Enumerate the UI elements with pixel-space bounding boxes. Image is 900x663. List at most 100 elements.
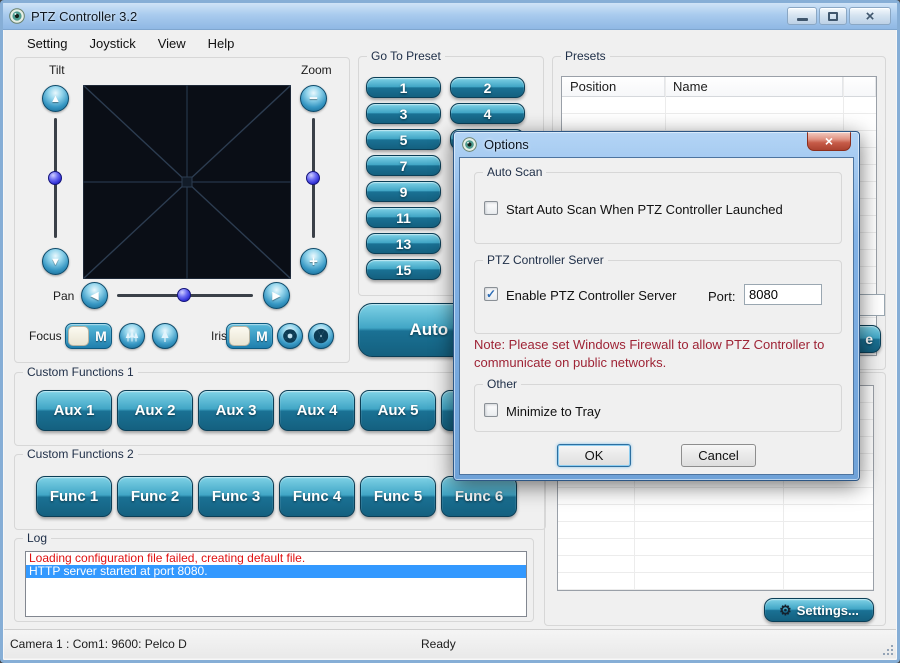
ok-button[interactable]: OK	[557, 444, 631, 467]
left-arrow-icon: ◀	[90, 290, 99, 302]
cancel-button[interactable]: Cancel	[681, 444, 756, 467]
preset-button-5[interactable]: 5	[366, 129, 441, 150]
menu-view[interactable]: View	[147, 32, 197, 55]
other-group-title: Other	[483, 377, 522, 391]
auto-scan-checkbox[interactable]	[484, 201, 498, 215]
manual-label: M	[256, 328, 268, 344]
settings-button[interactable]: ⚙ Settings...	[764, 598, 874, 622]
toggle-knob	[68, 326, 89, 346]
pan-label: Pan	[53, 289, 75, 303]
preset-button-3[interactable]: 3	[366, 103, 441, 124]
preset-button-2[interactable]: 2	[450, 77, 525, 98]
preset-button-9[interactable]: 9	[366, 181, 441, 202]
plus-icon: +	[309, 253, 318, 270]
log-list[interactable]: Loading configuration file failed, creat…	[25, 551, 527, 617]
func-4-button[interactable]: Func 4	[279, 476, 355, 517]
log-panel: Log Loading configuration file failed, c…	[14, 531, 534, 622]
server-group-title: PTZ Controller Server	[483, 253, 608, 267]
func-1-button[interactable]: Func 1	[36, 476, 112, 517]
dialog-titlebar[interactable]: Options	[454, 132, 859, 157]
preset-button-1[interactable]: 1	[366, 77, 441, 98]
joystick-panel: Tilt ▲ ▼ Zoom − + Pan ◀ ▶ Focus M Iris M	[14, 57, 350, 363]
preset-button-13[interactable]: 13	[366, 233, 441, 254]
menubar: Setting Joystick View Help	[4, 30, 896, 56]
gear-icon: ⚙	[779, 601, 792, 618]
pan-left-button[interactable]: ◀	[81, 282, 108, 309]
right-arrow-icon: ▶	[272, 290, 281, 302]
close-button[interactable]: ×	[849, 7, 891, 25]
toggle-knob	[229, 326, 250, 346]
pan-right-button[interactable]: ▶	[263, 282, 290, 309]
menu-joystick[interactable]: Joystick	[78, 32, 146, 55]
presets-title: Presets	[561, 49, 610, 63]
pan-slider-thumb[interactable]	[177, 288, 191, 302]
func-3-button[interactable]: Func 3	[198, 476, 274, 517]
resize-grip[interactable]	[891, 653, 893, 655]
column-name[interactable]: Name	[665, 77, 843, 96]
enable-server-checkbox[interactable]: ✓	[484, 287, 498, 301]
aux-3-button[interactable]: Aux 3	[198, 390, 274, 431]
aux-2-button[interactable]: Aux 2	[117, 390, 193, 431]
status-connection: Camera 1 : Com1: 9600: Pelco D	[10, 637, 187, 651]
settings-button-label: Settings...	[796, 602, 859, 618]
tilt-down-button[interactable]: ▼	[42, 248, 69, 275]
aux-4-button[interactable]: Aux 4	[279, 390, 355, 431]
down-arrow-icon: ▼	[50, 255, 61, 268]
checkmark-icon: ✓	[485, 286, 497, 301]
iris-open-button[interactable]	[277, 323, 303, 349]
tilt-slider-thumb[interactable]	[48, 171, 62, 185]
aperture-close-icon	[313, 328, 329, 344]
aux-1-button[interactable]: Aux 1	[36, 390, 112, 431]
minimize-icon	[796, 18, 808, 21]
dialog-close-button[interactable]: ×	[807, 132, 851, 151]
zoom-out-button[interactable]: −	[300, 85, 327, 112]
auto-scan-checkbox-label: Start Auto Scan When PTZ Controller Laun…	[506, 202, 783, 217]
aux-5-button[interactable]: Aux 5	[360, 390, 436, 431]
column-position[interactable]: Position	[562, 77, 665, 96]
port-input[interactable]	[744, 284, 822, 305]
focus-manual-toggle[interactable]: M	[65, 323, 112, 349]
tree-icon	[161, 330, 169, 342]
iris-manual-toggle[interactable]: M	[226, 323, 273, 349]
dialog-content: Auto Scan Start Auto Scan When PTZ Contr…	[459, 157, 854, 475]
titlebar[interactable]: PTZ Controller 3.2 ×	[3, 3, 897, 30]
menu-help[interactable]: Help	[197, 32, 246, 55]
trees-icon	[125, 331, 139, 342]
focus-far-button[interactable]	[152, 323, 178, 349]
firewall-note: Note: Please set Windows Firewall to all…	[474, 337, 825, 370]
func-5-button[interactable]: Func 5	[360, 476, 436, 517]
column-extra[interactable]	[843, 77, 876, 96]
maximize-button[interactable]	[819, 7, 847, 25]
minus-icon: −	[309, 90, 318, 107]
log-entry-selected[interactable]: HTTP server started at port 8080.	[26, 565, 526, 578]
iris-close-button[interactable]	[308, 323, 334, 349]
close-icon: ×	[824, 133, 834, 149]
minimize-button[interactable]	[787, 7, 817, 25]
joystick-pad[interactable]	[83, 85, 291, 279]
up-arrow-icon: ▲	[50, 92, 61, 105]
func-6-button[interactable]: Func 6	[441, 476, 517, 517]
func-2-button[interactable]: Func 2	[117, 476, 193, 517]
preset-button-11[interactable]: 11	[366, 207, 441, 228]
tilt-label: Tilt	[49, 63, 65, 77]
focus-near-button[interactable]	[119, 323, 145, 349]
zoom-in-button[interactable]: +	[300, 248, 327, 275]
menu-setting[interactable]: Setting	[16, 32, 78, 55]
preset-button-4[interactable]: 4	[450, 103, 525, 124]
focus-label: Focus	[29, 329, 62, 343]
zoom-slider-thumb[interactable]	[306, 171, 320, 185]
window-title: PTZ Controller 3.2	[31, 8, 138, 24]
dialog-icon	[462, 137, 477, 152]
tilt-up-button[interactable]: ▲	[42, 85, 69, 112]
app-icon	[9, 8, 25, 24]
options-dialog: Options × Auto Scan Start Auto Scan When…	[453, 131, 860, 481]
status-state: Ready	[421, 637, 456, 651]
auto-scan-group-title: Auto Scan	[483, 165, 547, 179]
enable-server-checkbox-label: Enable PTZ Controller Server	[506, 288, 677, 303]
preset-button-15[interactable]: 15	[366, 259, 441, 280]
preset-button-7[interactable]: 7	[366, 155, 441, 176]
app-window: PTZ Controller 3.2 × Setting Joystick Vi…	[0, 0, 900, 663]
custom-functions-2-title: Custom Functions 2	[23, 447, 138, 461]
minimize-to-tray-checkbox[interactable]	[484, 403, 498, 417]
window-controls: ×	[787, 7, 891, 25]
